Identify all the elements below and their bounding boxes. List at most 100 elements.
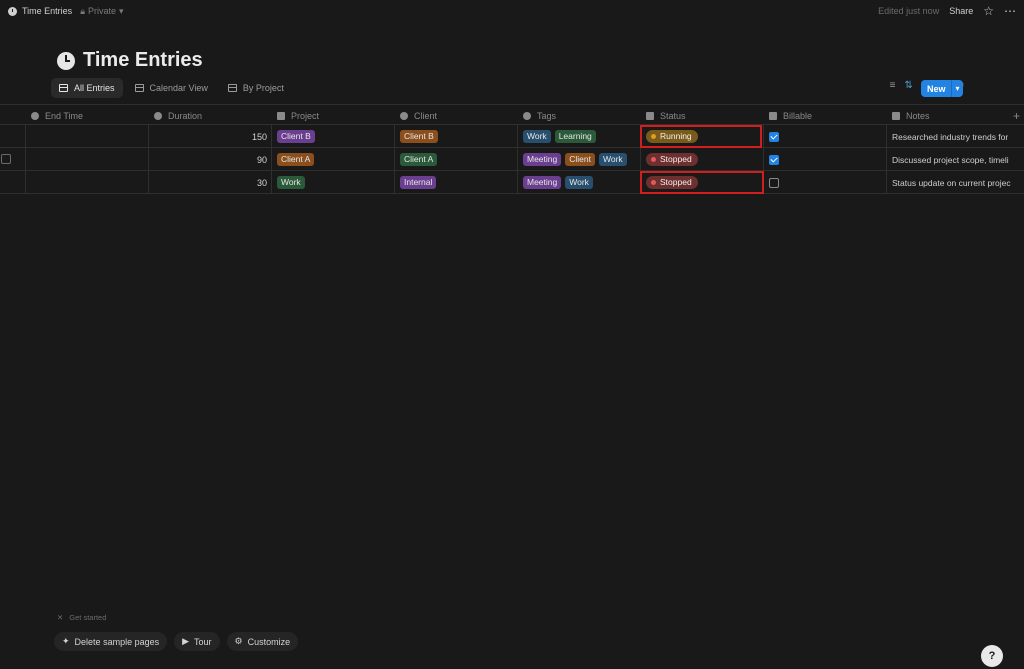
column-tags[interactable]: Tags (523, 105, 556, 126)
project-cell[interactable]: Client B (277, 125, 315, 148)
more-options-icon[interactable]: ⋯ (1004, 4, 1016, 18)
filter-icon[interactable]: ≡ (890, 80, 896, 91)
person-icon (400, 111, 408, 120)
column-notes[interactable]: Notes (892, 105, 930, 126)
get-started-header: ✕ Get started (57, 613, 106, 622)
duration-cell[interactable]: 30 (148, 171, 267, 194)
page-header: Time Entries (57, 49, 203, 72)
column-billable[interactable]: Billable (769, 105, 812, 126)
breadcrumb[interactable]: Time Entries (8, 6, 72, 16)
share-button[interactable]: Share (949, 6, 973, 16)
column-label: End Time (45, 110, 84, 121)
tab-by-project[interactable]: By Project (220, 78, 292, 98)
tab-label: By Project (242, 83, 284, 93)
highlight-box (640, 171, 764, 194)
play-icon: ▶ (182, 636, 190, 646)
chevron-down-icon[interactable]: ▾ (951, 80, 963, 97)
table-row[interactable]: 150 Client B Client B Work Learning Runn… (0, 125, 1024, 148)
new-button-label: New (927, 83, 946, 94)
client-tag: Client A (400, 153, 438, 166)
button-label: Delete sample pages (74, 636, 160, 647)
help-button[interactable]: ? (981, 645, 1003, 667)
tag-chip: Work (523, 130, 551, 143)
edit-icon (892, 111, 900, 120)
sparkle-icon: ✦ (62, 636, 70, 646)
star-icon[interactable]: ☆ (983, 4, 994, 18)
project-tag: Work (277, 176, 305, 189)
gear-icon: ⚙ (234, 636, 243, 646)
table-row[interactable]: 90 Client A Client A Meeting Client Work… (0, 148, 1024, 171)
add-column-icon[interactable]: + (1013, 105, 1020, 126)
column-label: Project (291, 110, 320, 121)
tags-cell[interactable]: Meeting Work (523, 171, 593, 194)
delete-sample-pages-button[interactable]: ✦ Delete sample pages (54, 632, 168, 651)
clock-icon (8, 6, 17, 16)
customize-button[interactable]: ⚙ Customize (226, 632, 299, 651)
tab-calendar-view[interactable]: Calendar View (127, 78, 216, 98)
column-label: Billable (783, 110, 813, 121)
tab-all-entries[interactable]: All Entries (51, 78, 123, 98)
column-status[interactable]: Status (646, 105, 686, 126)
billable-cell[interactable] (769, 148, 779, 171)
privacy-indicator[interactable]: 🔒︎ Private ▾ (80, 6, 123, 17)
tag-chip: Meeting (523, 153, 562, 166)
column-duration[interactable]: Duration (154, 105, 202, 126)
status-label: Stopped (660, 154, 692, 164)
project-tag: Client A (277, 153, 315, 166)
tour-button[interactable]: ▶ Tour (174, 632, 220, 651)
project-cell[interactable]: Client A (277, 148, 315, 171)
project-tag: Client B (277, 130, 315, 143)
tag-chip: Learning (554, 130, 596, 143)
status-dot-icon (651, 157, 656, 162)
tag-icon (523, 111, 531, 120)
new-button[interactable]: New ▾ (921, 80, 963, 97)
duration-cell[interactable]: 90 (148, 148, 267, 171)
button-label: Tour (194, 636, 212, 647)
view-tabs: All Entries Calendar View By Project (51, 78, 292, 98)
client-cell[interactable]: Client B (400, 125, 438, 148)
column-client[interactable]: Client (400, 105, 437, 126)
billable-checkbox[interactable] (769, 177, 779, 188)
column-label: Notes (906, 110, 930, 121)
tab-label: Calendar View (149, 83, 208, 93)
notes-text: Researched industry trends for (892, 131, 1009, 142)
notes-cell[interactable]: Discussed project scope, timeli (892, 148, 1022, 171)
column-end-time[interactable]: End Time (31, 105, 83, 126)
column-label: Duration (168, 110, 203, 121)
table-icon (59, 84, 68, 92)
close-icon[interactable]: ✕ (57, 613, 63, 622)
database-table: End Time Duration Project Client Tags St… (0, 104, 1024, 194)
status-cell[interactable]: Stopped (646, 148, 698, 171)
notes-text: Status update on current projec (892, 177, 1011, 188)
notes-text: Discussed project scope, timeli (892, 154, 1009, 165)
tags-cell[interactable]: Meeting Client Work (523, 148, 627, 171)
duration-cell[interactable]: 150 (148, 125, 267, 148)
notes-cell[interactable]: Status update on current projec (892, 171, 1022, 194)
lock-icon: 🔒︎ (80, 5, 85, 16)
project-cell[interactable]: Work (277, 171, 305, 194)
column-project[interactable]: Project (277, 105, 319, 126)
column-label: Tags (537, 110, 557, 121)
checkbox-icon (769, 111, 777, 120)
client-cell[interactable]: Internal (400, 171, 437, 194)
sort-icon[interactable]: ⇅ (905, 80, 913, 91)
billable-cell[interactable] (769, 171, 779, 194)
row-select-checkbox[interactable] (1, 154, 11, 164)
help-label: ? (988, 650, 996, 662)
folder-icon (277, 111, 285, 120)
notes-cell[interactable]: Researched industry trends for (892, 125, 1022, 148)
tags-cell[interactable]: Work Learning (523, 125, 596, 148)
page-title[interactable]: Time Entries (83, 49, 203, 72)
top-bar: Time Entries 🔒︎ Private ▾ Edited just no… (0, 0, 1024, 22)
highlight-box (640, 125, 762, 148)
client-cell[interactable]: Client A (400, 148, 438, 171)
board-icon (227, 84, 237, 92)
edited-status: Edited just now (878, 6, 940, 16)
table-row[interactable]: 30 Work Internal Meeting Work Stopped St… (0, 171, 1024, 194)
billable-cell[interactable] (769, 125, 779, 148)
status-badge: Stopped (646, 153, 698, 166)
clock-icon[interactable] (57, 51, 75, 70)
billable-checkbox[interactable] (769, 154, 779, 165)
button-label: Customize (247, 636, 291, 647)
billable-checkbox[interactable] (769, 131, 779, 142)
